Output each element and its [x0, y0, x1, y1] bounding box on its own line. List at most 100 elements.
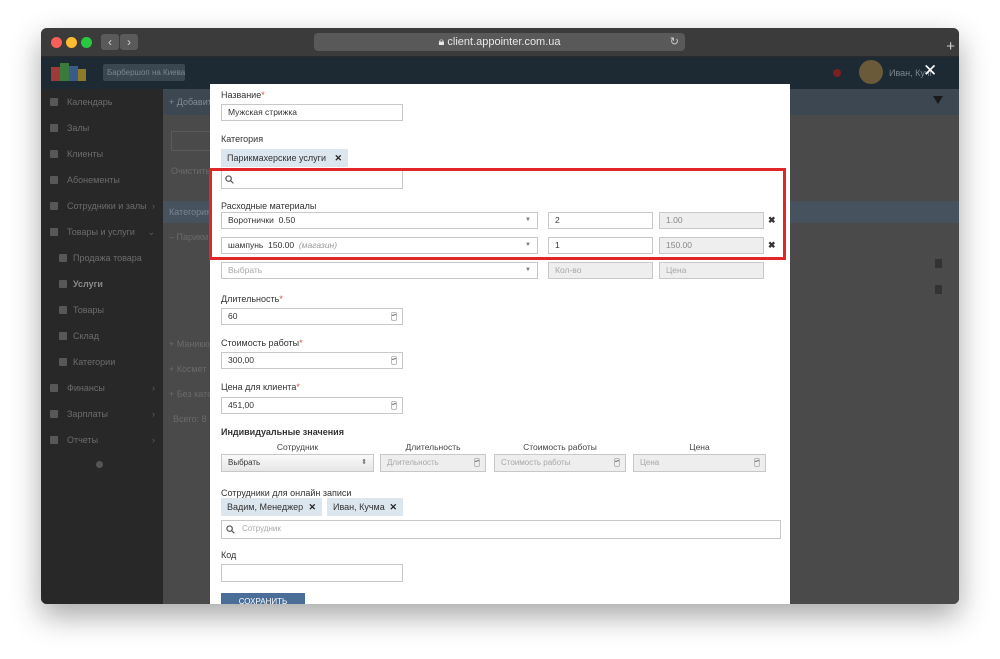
employee-tag: Вадим, Менеджер ✕: [221, 498, 322, 516]
close-icon[interactable]: ✕: [923, 62, 937, 79]
menu-icon: [50, 436, 58, 444]
chevron-icon: ›: [152, 383, 155, 393]
sidebar-item[interactable]: Отчеты ›: [41, 427, 163, 453]
sidebar-item-label: Финансы: [67, 383, 105, 393]
menu-icon: [50, 176, 58, 184]
highlight-box: [209, 168, 786, 260]
menu-icon: [59, 254, 67, 262]
employee-select[interactable]: Выбрать ⬍: [221, 454, 374, 472]
sidebar-item[interactable]: Склад: [41, 323, 163, 349]
new-tab-icon[interactable]: +: [946, 38, 955, 55]
employee-tag: Иван, Кучма ✕: [327, 498, 403, 516]
menu-icon: [59, 358, 67, 366]
background-search[interactable]: [171, 131, 213, 151]
sidebar: Календарь Залы Клиенты Абонементы Сотрудники…: [41, 89, 163, 604]
sidebar-item[interactable]: Сотрудники и залы ›: [41, 193, 163, 219]
individual-values-title: Индивидуальные значения: [221, 427, 344, 437]
sidebar-item-label: Календарь: [67, 97, 113, 107]
sidebar-item[interactable]: Категории: [41, 349, 163, 375]
sidebar-item-label: Категории: [73, 357, 116, 367]
service-edit-modal: Название* Мужская стрижка Категория Пари…: [210, 84, 790, 604]
browser-titlebar: ‹ › 🔒︎ client.appointer.com.ua ↻ +: [41, 28, 959, 57]
sidebar-item-label: Залы: [67, 123, 90, 133]
chevron-right-icon: ›: [127, 35, 131, 49]
remove-x-icon[interactable]: ✕: [389, 498, 397, 516]
reload-icon[interactable]: ↻: [670, 33, 679, 51]
sidebar-item[interactable]: Товары и услуги ⌄: [41, 219, 163, 245]
sidebar-item-label: Отчеты: [67, 435, 99, 445]
menu-icon: [50, 202, 58, 210]
sidebar-item-label: Товары и услуги: [67, 227, 135, 237]
category-row[interactable]: + Маникю: [169, 339, 210, 349]
stepper-icon: ▴▾: [754, 458, 760, 467]
category-row[interactable]: – Парикм: [169, 232, 208, 242]
branch-select[interactable]: Барбершоп на Киева: [103, 64, 185, 81]
trash-icon[interactable]: [935, 285, 942, 294]
sidebar-item[interactable]: Клиенты: [41, 141, 163, 167]
sidebar-item-label: Товары: [73, 305, 104, 315]
chevron-icon: ›: [152, 435, 155, 445]
notification-icon[interactable]: [833, 69, 841, 77]
code-input[interactable]: [221, 564, 403, 582]
stepper-icon: ▴▾: [614, 458, 620, 467]
category-row[interactable]: + Без кате: [169, 389, 212, 399]
new-material-cost: Цена: [659, 262, 764, 279]
menu-icon: [59, 306, 67, 314]
address-bar[interactable]: 🔒︎ client.appointer.com.ua ↻: [314, 33, 685, 51]
duration-input[interactable]: 60 ▴▾: [221, 308, 403, 325]
category-tag: Парикмахерские услуги ✕: [221, 149, 348, 167]
column-header: Цена: [689, 442, 710, 452]
forward-button[interactable]: ›: [120, 34, 138, 50]
column-header: Длительность: [405, 442, 461, 452]
sidebar-item[interactable]: Абонементы: [41, 167, 163, 193]
url-text: client.appointer.com.ua: [447, 36, 561, 48]
sidebar-item[interactable]: Календарь: [41, 89, 163, 115]
minimize-window-button[interactable]: [66, 37, 77, 48]
menu-icon: [50, 150, 58, 158]
stepper-icon[interactable]: ▴▾: [391, 401, 397, 410]
new-material-select[interactable]: Выбрать ▼: [221, 262, 538, 279]
sidebar-item-label: Абонементы: [67, 175, 120, 185]
sidebar-item[interactable]: Финансы ›: [41, 375, 163, 401]
work-cost-label: Стоимость работы*: [221, 338, 303, 348]
sidebar-item[interactable]: Залы: [41, 115, 163, 141]
sidebar-item[interactable]: Зарплаты ›: [41, 401, 163, 427]
back-button[interactable]: ‹: [101, 34, 119, 50]
close-window-button[interactable]: [51, 37, 62, 48]
client-price-label: Цена для клиента*: [221, 382, 300, 392]
sidebar-item[interactable]: Товары: [41, 297, 163, 323]
menu-icon: [50, 124, 58, 132]
avatar[interactable]: [859, 60, 883, 84]
individual-cost-input: Стоимость работы ▴▾: [494, 454, 626, 472]
clear-link[interactable]: Очистить: [171, 166, 210, 176]
settings-icon[interactable]: [96, 461, 103, 468]
remove-x-icon[interactable]: ✕: [308, 498, 316, 516]
sidebar-item[interactable]: Продажа товара: [41, 245, 163, 271]
chevron-icon: ›: [152, 201, 155, 211]
stepper-icon[interactable]: ▴▾: [391, 356, 397, 365]
trash-icon[interactable]: [935, 259, 942, 268]
select-arrows-icon: ⬍: [361, 459, 367, 466]
maximize-window-button[interactable]: [81, 37, 92, 48]
work-cost-input[interactable]: 300,00 ▴▾: [221, 352, 403, 369]
individual-price-input: Цена ▴▾: [633, 454, 766, 472]
name-input[interactable]: Мужская стрижка: [221, 104, 403, 121]
column-header: Стоимость работы: [523, 442, 597, 452]
sidebar-item[interactable]: Услуги: [41, 271, 163, 297]
stepper-icon[interactable]: ▴▾: [391, 312, 397, 321]
category-label: Категория: [221, 134, 264, 144]
name-label: Название*: [221, 90, 265, 100]
menu-icon: [50, 384, 58, 392]
save-button[interactable]: СОХРАНИТЬ: [221, 593, 305, 604]
search-icon: [226, 525, 235, 534]
logo-icon: [51, 63, 86, 81]
client-price-input[interactable]: 451,00 ▴▾: [221, 397, 403, 414]
employee-search-input[interactable]: Сотрудник: [221, 520, 781, 539]
filter-icon[interactable]: [933, 96, 943, 104]
browser-window: ‹ › 🔒︎ client.appointer.com.ua ↻ + Барбе…: [41, 28, 959, 604]
remove-x-icon[interactable]: ✕: [334, 149, 342, 167]
column-header: Сотрудник: [276, 442, 319, 452]
sidebar-item-label: Клиенты: [67, 149, 104, 159]
category-row[interactable]: + Космет: [169, 364, 207, 374]
menu-icon: [50, 410, 58, 418]
